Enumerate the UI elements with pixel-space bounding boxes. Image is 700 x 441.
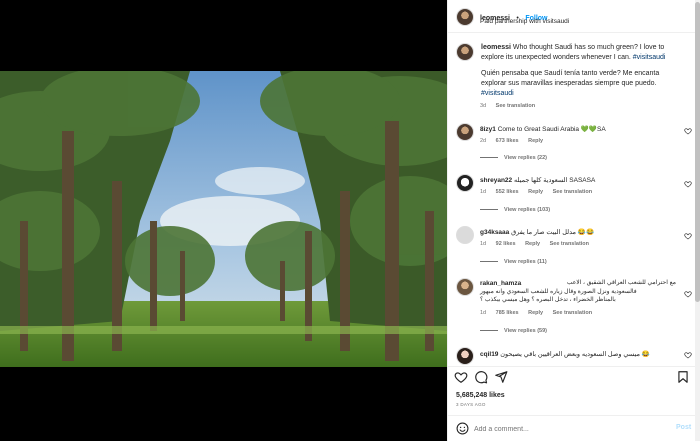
save-bookmark-icon[interactable]	[676, 370, 690, 384]
comment-time[interactable]: 2d	[480, 138, 486, 144]
comment-text: ميسي وصل السعوديه وبعض العراقيين باقي يص…	[500, 351, 650, 358]
like-icon[interactable]	[454, 370, 468, 384]
comment-text-line-1: مع احترامي للشعب العراقي الشقيق ، الاعب	[566, 280, 676, 286]
comment-likes[interactable]: 552 likes	[496, 189, 519, 195]
comment-see-translation[interactable]: See translation	[550, 241, 589, 247]
comment-reply-button[interactable]: Reply	[528, 310, 543, 316]
caption-text-en-a: Who thought Saudi has so much green? I l…	[512, 44, 665, 51]
comment-like-icon[interactable]	[684, 232, 692, 240]
media-panel	[0, 0, 447, 441]
view-replies-label: View replies (103)	[504, 207, 551, 213]
comment-meta: 1d 785 likes Reply See translation	[480, 310, 600, 316]
commenter-avatar[interactable]	[456, 278, 474, 296]
comment-like-icon[interactable]	[684, 351, 692, 359]
comment-likes[interactable]: 673 likes	[496, 138, 519, 144]
caption-see-translation[interactable]: See translation	[496, 103, 535, 109]
commenter-username[interactable]: shreyan22	[480, 177, 512, 184]
comment-see-translation[interactable]: See translation	[553, 189, 592, 195]
comment-body: 8izy1 Come to Great Saudi Arabia 💚💚SA	[480, 125, 676, 134]
post-details-panel: leomessi • Follow Paid partnership with …	[447, 0, 700, 441]
partnership-label[interactable]: Paid partnership with visitsaudi	[480, 18, 569, 25]
comment-item: 8izy1 Come to Great Saudi Arabia 💚💚SA 2d…	[448, 123, 696, 168]
comment-meta: 1d 552 likes Reply See translation	[480, 189, 600, 195]
caption-author[interactable]: leomessi	[481, 44, 511, 51]
add-comment-row: Post	[448, 415, 696, 441]
commenter-avatar[interactable]	[456, 123, 474, 141]
comment-see-translation[interactable]: See translation	[553, 310, 592, 316]
caption-text-es-b: explorar sus maravillas inesperadas siem…	[481, 80, 657, 87]
post-timestamp[interactable]: 3 DAYS AGO	[456, 402, 486, 407]
commenter-username[interactable]: 8izy1	[480, 126, 496, 133]
post-header: leomessi • Follow Paid partnership with …	[448, 0, 696, 33]
commenter-avatar[interactable]	[456, 226, 474, 244]
comment-body: cqil19 ميسي وصل السعوديه وبعض العراقيين …	[480, 350, 676, 359]
replies-line	[480, 209, 498, 211]
comment-text: مدلل البيت صار ما يفرق 😂😂	[511, 229, 595, 236]
comment-text: Come to Great Saudi Arabia 💚💚SA	[497, 126, 606, 133]
likes-count[interactable]: 5,685,248 likes	[456, 392, 505, 399]
palm-grove-image	[0, 71, 447, 367]
view-replies-button[interactable]: View replies (59)	[480, 328, 547, 334]
comment-time[interactable]: 1d	[480, 310, 486, 316]
view-replies-label: View replies (11)	[504, 259, 547, 265]
comment-text: السعودية كلها جميله SASASA	[513, 177, 596, 184]
caption-time[interactable]: 3d	[480, 103, 486, 109]
commenter-username[interactable]: cqil19	[480, 351, 498, 358]
comment-item: g34ksaaa مدلل البيت صار ما يفرق 😂😂 1d 92…	[448, 226, 696, 271]
commenter-username[interactable]: rakan_hamza	[480, 280, 521, 287]
commenter-avatar[interactable]	[456, 347, 474, 365]
comment-icon[interactable]	[474, 370, 488, 384]
comment-item: shreyan22 السعودية كلها جميله SASASA 1d …	[448, 174, 696, 219]
comment-text-line-2: فالسعودية ونزل الصورة وقال زياره للشعب ا…	[480, 289, 637, 295]
post-modal: leomessi • Follow Paid partnership with …	[0, 0, 700, 441]
comment-like-icon[interactable]	[684, 127, 692, 135]
hashtag-link-es[interactable]: #visitsaudi	[481, 89, 689, 99]
scrollbar-thumb[interactable]	[695, 2, 700, 302]
comment-like-icon[interactable]	[684, 180, 692, 188]
view-replies-button[interactable]: View replies (11)	[480, 259, 547, 265]
emoji-icon[interactable]	[456, 422, 469, 435]
comment-item: rakan_hamza مع احترامي للشعب العراقي الش…	[448, 278, 696, 340]
action-bar	[448, 366, 696, 386]
commenter-avatar[interactable]	[456, 174, 474, 192]
comment-reply-button[interactable]: Reply	[525, 241, 540, 247]
comment-meta: 2d 673 likes Reply	[480, 138, 551, 144]
comment-likes[interactable]: 785 likes	[496, 310, 519, 316]
view-replies-button[interactable]: View replies (103)	[480, 207, 550, 213]
replies-line	[480, 330, 498, 332]
view-replies-button[interactable]: View replies (22)	[480, 155, 547, 161]
comment-meta: 1d 92 likes Reply See translation	[480, 241, 597, 247]
caption-block: leomessi Who thought Saudi has so much g…	[481, 43, 689, 99]
comment-item: cqil19 ميسي وصل السعوديه وبعض العراقيين …	[448, 347, 696, 365]
comment-reply-button[interactable]: Reply	[528, 138, 543, 144]
comment-time[interactable]: 1d	[480, 241, 486, 247]
author-avatar[interactable]	[456, 8, 474, 26]
comment-body: g34ksaaa مدلل البيت صار ما يفرق 😂😂	[480, 228, 676, 237]
view-replies-label: View replies (59)	[504, 328, 548, 334]
scrollbar-track[interactable]	[695, 0, 700, 441]
caption-author-avatar[interactable]	[456, 43, 474, 61]
comment-like-icon[interactable]	[684, 290, 692, 298]
caption-text-es-a: Quién pensaba que Saudí tenía tanto verd…	[481, 70, 660, 77]
comment-reply-button[interactable]: Reply	[528, 189, 543, 195]
commenter-username[interactable]: g34ksaaa	[480, 229, 509, 236]
comment-text-line-3: بالمناظر الخضراء ، تدخل البصره ؟ وهل ميس…	[480, 297, 616, 303]
comment-time[interactable]: 1d	[480, 189, 486, 195]
post-photo[interactable]	[0, 71, 447, 367]
comment-input[interactable]	[474, 424, 654, 434]
replies-line	[480, 157, 498, 159]
hashtag-link-en[interactable]: #visitsaudi	[633, 54, 666, 61]
comment-body: shreyan22 السعودية كلها جميله SASASA	[480, 176, 676, 185]
comment-likes[interactable]: 92 likes	[496, 241, 516, 247]
post-comment-button[interactable]: Post	[676, 424, 691, 431]
share-icon[interactable]	[494, 370, 508, 384]
view-replies-label: View replies (22)	[504, 155, 548, 161]
caption-text-en-b: explore its unexpected wonders whenever …	[481, 54, 631, 61]
replies-line	[480, 261, 498, 263]
comment-body: rakan_hamza مع احترامي للشعب العراقي الش…	[480, 279, 676, 304]
caption-meta: 3d See translation	[480, 103, 543, 109]
